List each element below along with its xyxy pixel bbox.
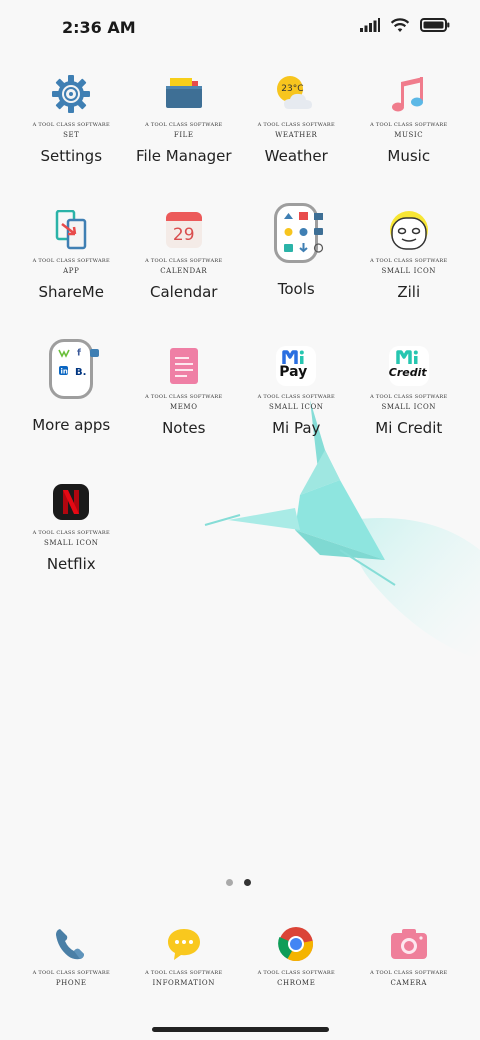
app-category: FILE: [173, 131, 194, 139]
folder-icon: [162, 72, 206, 116]
mi-pay-logo-text: Pay: [279, 364, 308, 380]
weather-icon: 23°C: [274, 72, 318, 116]
more-apps-folder-icon: f in B.: [49, 339, 100, 402]
zili-face-icon: [387, 208, 431, 252]
app-caption: A TOOL CLASS SOFTWARE: [257, 394, 335, 400]
dock-phone[interactable]: A TOOL CLASS SOFTWARE PHONE: [15, 922, 128, 1002]
svg-text:B.: B.: [75, 367, 86, 378]
calendar-day: 29: [172, 225, 195, 245]
app-category: WEATHER: [275, 131, 318, 139]
app-label: ShareMe: [38, 283, 104, 301]
dock-chrome[interactable]: A TOOL CLASS SOFTWARE CHROME: [240, 922, 353, 1002]
app-mi-credit[interactable]: Credit A TOOL CLASS SOFTWARE SMALL ICON …: [353, 340, 466, 476]
mi-credit-icon: Credit: [387, 344, 431, 388]
app-zili[interactable]: A TOOL CLASS SOFTWARE SMALL ICON Zili: [353, 204, 466, 340]
app-mi-pay[interactable]: Pay A TOOL CLASS SOFTWARE SMALL ICON Mi …: [240, 340, 353, 476]
music-note-icon: [387, 72, 431, 116]
app-music[interactable]: A TOOL CLASS SOFTWARE MUSIC Music: [353, 68, 466, 204]
status-time: 2:36 AM: [62, 18, 136, 37]
app-category: SMALL ICON: [381, 403, 437, 411]
battery-icon: [420, 18, 450, 32]
app-caption: A TOOL CLASS SOFTWARE: [32, 122, 110, 128]
app-caption: A TOOL CLASS SOFTWARE: [32, 530, 110, 536]
folder-more-apps[interactable]: f in B. More apps: [15, 339, 128, 476]
app-label: Settings: [40, 147, 103, 165]
weather-temperature: 23°C: [281, 84, 304, 94]
app-category: SMALL ICON: [381, 267, 437, 275]
app-label: Tools: [277, 280, 315, 298]
netflix-icon: [49, 480, 93, 524]
chrome-icon: [276, 924, 316, 964]
app-label: Mi Pay: [272, 419, 321, 437]
svg-text:f: f: [77, 349, 81, 359]
settings-gear-icon: [49, 72, 93, 116]
dock-category: PHONE: [55, 979, 87, 987]
app-caption: A TOOL CLASS SOFTWARE: [145, 122, 223, 128]
status-icons: [360, 17, 450, 33]
dock-caption: A TOOL CLASS SOFTWARE: [257, 970, 335, 976]
svg-text:in: in: [61, 368, 68, 376]
app-category: SMALL ICON: [268, 403, 324, 411]
mi-credit-logo-text: Credit: [388, 366, 427, 379]
app-label: Zili: [397, 283, 421, 301]
app-caption: A TOOL CLASS SOFTWARE: [257, 122, 335, 128]
camera-icon: [389, 924, 429, 964]
status-bar: 2:36 AM: [0, 0, 480, 56]
app-settings[interactable]: A TOOL CLASS SOFTWARE SET Settings: [15, 68, 128, 204]
app-category: SET: [63, 131, 80, 139]
app-label: File Manager: [135, 147, 232, 165]
app-caption: A TOOL CLASS SOFTWARE: [145, 394, 223, 400]
app-netflix[interactable]: A TOOL CLASS SOFTWARE SMALL ICON Netflix: [15, 476, 128, 612]
app-caption: A TOOL CLASS SOFTWARE: [32, 258, 110, 264]
app-caption: A TOOL CLASS SOFTWARE: [370, 394, 448, 400]
app-weather[interactable]: 23°C A TOOL CLASS SOFTWARE WEATHER Weath…: [240, 68, 353, 204]
app-grid: A TOOL CLASS SOFTWARE SET Settings A TOO…: [15, 68, 465, 612]
app-notes[interactable]: A TOOL CLASS SOFTWARE MEMO Notes: [128, 340, 241, 476]
dock-category: CHROME: [277, 979, 316, 987]
app-label: Calendar: [150, 283, 218, 301]
app-category: MUSIC: [394, 131, 424, 139]
app-file-manager[interactable]: A TOOL CLASS SOFTWARE FILE File Manager: [128, 68, 241, 204]
app-category: APP: [63, 267, 80, 275]
page-indicator[interactable]: [226, 879, 251, 886]
dock-category: INFORMATION: [152, 979, 215, 987]
app-caption: A TOOL CLASS SOFTWARE: [370, 122, 448, 128]
app-caption: A TOOL CLASS SOFTWARE: [370, 258, 448, 264]
app-label: Netflix: [46, 555, 96, 573]
app-label: Weather: [264, 147, 328, 165]
signal-icon: [360, 18, 380, 32]
dock: A TOOL CLASS SOFTWARE PHONE A TOOL CLASS…: [15, 922, 465, 1002]
app-category: MEMO: [169, 403, 198, 411]
app-label: Mi Credit: [375, 419, 443, 437]
page-dot-1[interactable]: [226, 879, 233, 886]
dock-caption: A TOOL CLASS SOFTWARE: [145, 970, 223, 976]
dock-category: CAMERA: [390, 979, 428, 987]
share-phones-icon: [49, 208, 93, 252]
app-calendar[interactable]: 29 A TOOL CLASS SOFTWARE CALENDAR Calend…: [128, 204, 241, 340]
app-label: Music: [387, 147, 431, 165]
app-category: CALENDAR: [160, 267, 208, 275]
app-label: More apps: [32, 416, 111, 434]
message-bubble-icon: [164, 924, 204, 964]
calendar-icon: 29: [162, 208, 206, 252]
phone-icon: [51, 924, 91, 964]
app-caption: A TOOL CLASS SOFTWARE: [145, 258, 223, 264]
dock-information[interactable]: A TOOL CLASS SOFTWARE INFORMATION: [128, 922, 241, 1002]
mi-pay-icon: Pay: [274, 344, 318, 388]
app-label: Notes: [162, 419, 206, 437]
wifi-icon: [390, 17, 410, 33]
tools-folder-icon: [274, 203, 324, 266]
dock-caption: A TOOL CLASS SOFTWARE: [370, 970, 448, 976]
app-shareme[interactable]: A TOOL CLASS SOFTWARE APP ShareMe: [15, 204, 128, 340]
page-dot-2-active[interactable]: [244, 879, 251, 886]
dock-caption: A TOOL CLASS SOFTWARE: [32, 970, 110, 976]
folder-tools[interactable]: Tools: [240, 203, 353, 340]
gesture-home-bar[interactable]: [152, 1027, 329, 1032]
notes-icon: [162, 344, 206, 388]
dock-camera[interactable]: A TOOL CLASS SOFTWARE CAMERA: [353, 922, 466, 1002]
app-category: SMALL ICON: [43, 539, 99, 547]
